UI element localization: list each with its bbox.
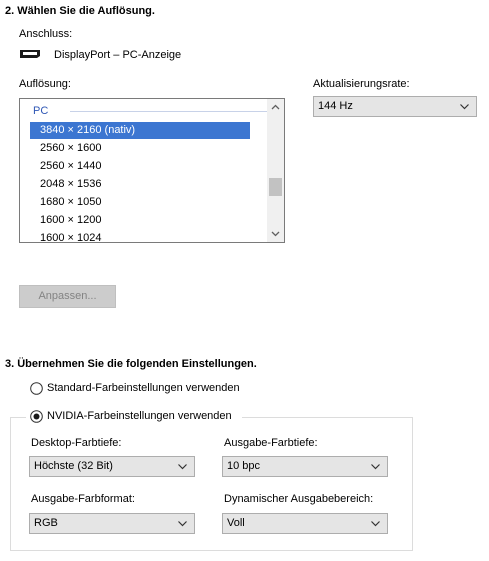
resolution-item-1680x1050[interactable]: 1680 × 1050: [30, 194, 250, 211]
connection-value: DisplayPort – PC-Anzeige: [54, 49, 182, 61]
radio-nvidia-label[interactable]: NVIDIA-Farbeinstellungen verwenden: [47, 410, 232, 422]
desktop-depth-value: Höchste (32 Bit): [34, 460, 113, 472]
radio-standard[interactable]: [30, 382, 43, 395]
scroll-thumb[interactable]: [269, 178, 282, 196]
connection-label: Anschluss:: [19, 28, 73, 40]
resolution-item-3840x2160[interactable]: 3840 × 2160 (nativ): [30, 122, 250, 139]
resolution-item-1600x1200[interactable]: 1600 × 1200: [30, 212, 250, 229]
chevron-down-icon: [371, 464, 380, 470]
output-depth-label: Ausgabe-Farbtiefe:: [224, 437, 318, 449]
section3-heading: 3. Übernehmen Sie die folgenden Einstell…: [5, 358, 257, 370]
dynamic-range-label: Dynamischer Ausgabebereich:: [224, 493, 374, 505]
section2-heading: 2. Wählen Sie die Auflösung.: [5, 5, 155, 17]
output-format-value: RGB: [34, 517, 58, 529]
customize-button[interactable]: Anpassen...: [19, 285, 116, 308]
scroll-down-icon[interactable]: [267, 225, 284, 242]
refresh-rate-label: Aktualisierungsrate:: [313, 78, 410, 90]
resolution-item-2048x1536[interactable]: 2048 × 1536: [30, 176, 250, 193]
radio-nvidia[interactable]: [30, 410, 43, 423]
resolution-group-label: PC: [33, 105, 49, 117]
group-divider: [70, 111, 269, 112]
desktop-depth-dropdown[interactable]: Höchste (32 Bit): [29, 456, 195, 477]
resolution-listbox[interactable]: PC 3840 × 2160 (nativ) 2560 × 1600 2560 …: [19, 98, 285, 243]
resolution-item-2560x1600[interactable]: 2560 × 1600: [30, 140, 250, 157]
output-format-dropdown[interactable]: RGB: [29, 513, 195, 534]
chevron-down-icon: [178, 464, 187, 470]
output-depth-dropdown[interactable]: 10 bpc: [222, 456, 388, 477]
displayport-icon: [20, 50, 40, 58]
refresh-rate-dropdown[interactable]: 144 Hz: [313, 96, 477, 117]
resolution-label: Auflösung:: [19, 78, 71, 90]
output-format-label: Ausgabe-Farbformat:: [31, 493, 135, 505]
output-depth-value: 10 bpc: [227, 460, 261, 472]
resolution-scrollbar[interactable]: [267, 99, 284, 242]
chevron-down-icon: [460, 104, 469, 110]
desktop-depth-label: Desktop-Farbtiefe:: [31, 437, 122, 449]
refresh-rate-value: 144 Hz: [318, 100, 353, 112]
resolution-item-2560x1440[interactable]: 2560 × 1440: [30, 158, 250, 175]
dynamic-range-value: Voll: [227, 517, 245, 529]
dynamic-range-dropdown[interactable]: Voll: [222, 513, 388, 534]
radio-standard-label[interactable]: Standard-Farbeinstellungen verwenden: [47, 382, 240, 394]
scroll-up-icon[interactable]: [267, 99, 284, 116]
chevron-down-icon: [178, 521, 187, 527]
chevron-down-icon: [371, 521, 380, 527]
resolution-item-1600x1024[interactable]: 1600 × 1024: [30, 230, 250, 242]
